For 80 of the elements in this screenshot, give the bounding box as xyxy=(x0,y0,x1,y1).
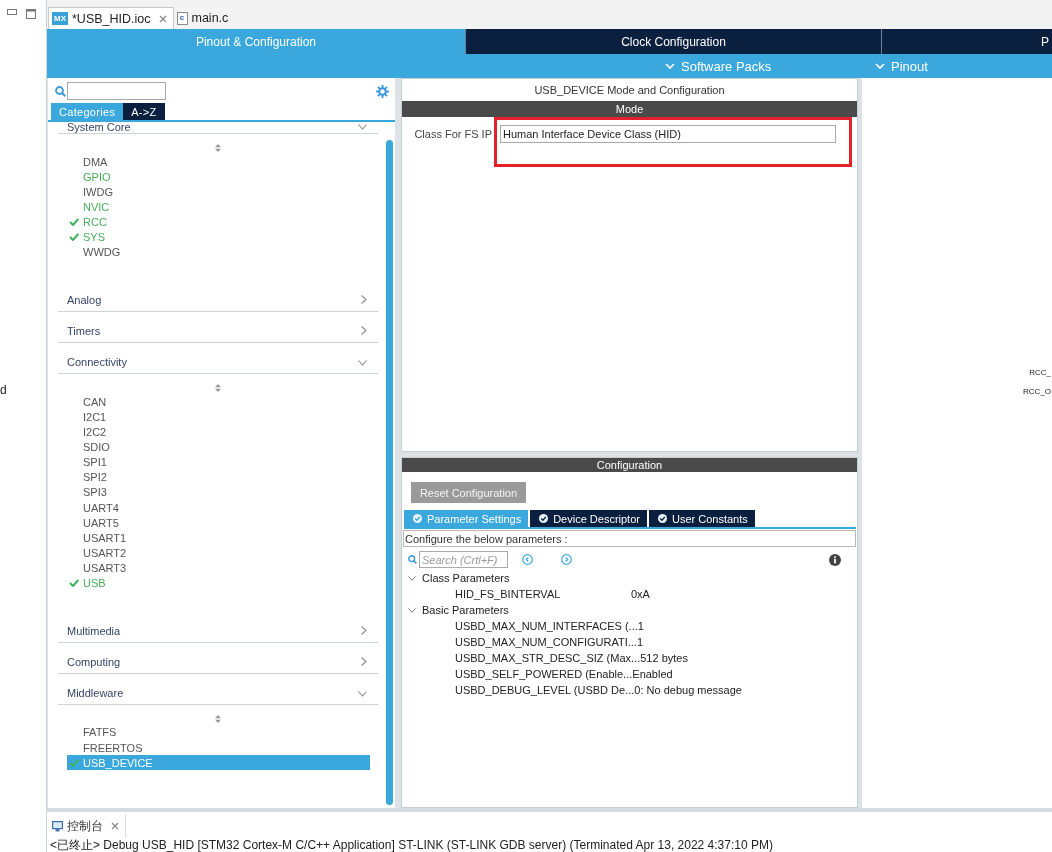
file-type-icon: MX xyxy=(52,12,68,25)
search-field[interactable]: Search (Crtl+F) xyxy=(419,551,508,568)
search-icon[interactable] xyxy=(408,555,417,564)
parameter-name: USBD_MAX_NUM_INTERFACES (... xyxy=(455,620,638,632)
parameter-name: USBD_MAX_NUM_CONFIGURATI... xyxy=(455,636,637,648)
close-icon[interactable] xyxy=(158,14,167,23)
peripheral-item[interactable]: WWDG xyxy=(67,244,370,260)
pin-label: RCC_O xyxy=(1023,386,1051,397)
perspective-tab[interactable]: P xyxy=(882,29,1052,54)
settings-tab[interactable]: User Constants xyxy=(648,510,755,527)
field-label: Class For FS IP xyxy=(413,128,492,140)
peripheral-item[interactable]: SPI3 xyxy=(67,484,370,500)
parameter-name: USBD_MAX_STR_DESC_SIZ (Max... xyxy=(455,652,641,664)
perspective-tab[interactable]: Clock Configuration xyxy=(466,29,882,54)
editor-tab[interactable]: MX *USB_HID.ioc xyxy=(48,7,174,29)
category-header[interactable]: Multimedia xyxy=(58,611,378,643)
category-header[interactable]: Computing xyxy=(58,642,378,674)
peripheral-item[interactable]: SDIO xyxy=(67,439,370,455)
close-icon[interactable] xyxy=(111,822,119,830)
sort-icon[interactable] xyxy=(215,714,221,723)
category-header[interactable]: System Core xyxy=(58,122,378,134)
parameter-value[interactable]: 0xA xyxy=(631,588,650,600)
view-tab[interactable]: A->Z xyxy=(123,103,165,120)
peripheral-item[interactable]: SPI1 xyxy=(67,454,370,470)
tree-group[interactable]: Basic Parameters xyxy=(402,602,857,618)
pin-label: RCC_ xyxy=(1029,367,1051,378)
console-tab[interactable]: 控制台 xyxy=(47,814,126,838)
peripheral-item[interactable]: USART1 xyxy=(67,530,370,546)
section-header: Configuration xyxy=(402,458,857,472)
peripheral-item[interactable]: UART4 xyxy=(67,499,370,516)
parameters-hint: Configure the below parameters : xyxy=(403,530,856,547)
peripheral-item[interactable]: USART3 xyxy=(67,560,370,576)
sort-icon[interactable] xyxy=(215,384,221,392)
next-icon[interactable] xyxy=(561,554,572,565)
check-circle-icon xyxy=(413,514,422,523)
search-field[interactable] xyxy=(67,82,166,100)
editor-tab[interactable]: c main.c xyxy=(173,7,235,29)
peripheral-item[interactable]: FATFS xyxy=(67,724,370,740)
panel-title: USB_DEVICE Mode and Configuration xyxy=(533,83,726,97)
peripheral-item[interactable]: UART5 xyxy=(67,515,370,531)
peripheral-item[interactable]: FREERTOS xyxy=(67,739,370,756)
peripheral-item[interactable]: I2C1 xyxy=(67,409,370,425)
check-circle-icon xyxy=(539,514,549,523)
settings-icon[interactable] xyxy=(376,84,389,98)
cut-off-label: d xyxy=(0,383,8,397)
maximize-icon[interactable] xyxy=(26,9,36,19)
tree-group[interactable]: Class Parameters xyxy=(402,570,857,586)
class-select-field[interactable]: Human Interface Device Class (HID) xyxy=(500,125,836,143)
section-header: Mode xyxy=(402,101,857,117)
category-header[interactable]: Connectivity xyxy=(58,343,378,374)
peripheral-item[interactable]: IWDG xyxy=(67,184,370,200)
previous-icon[interactable] xyxy=(522,554,533,565)
info-icon[interactable] xyxy=(829,553,841,566)
search-icon[interactable] xyxy=(55,85,66,97)
parameter-name: HID_FS_BINTERVAL xyxy=(455,588,562,600)
sort-icon[interactable] xyxy=(215,144,221,152)
parameter-value[interactable]: 1 xyxy=(636,636,644,648)
category-header[interactable]: Middleware xyxy=(58,673,378,705)
peripheral-item[interactable]: DMA xyxy=(67,154,370,170)
parameter-value[interactable]: 1 xyxy=(637,620,644,632)
check-circle-icon xyxy=(657,514,667,523)
peripheral-item[interactable]: USART2 xyxy=(67,545,370,561)
file-type-icon: c xyxy=(176,11,188,25)
parameter-value[interactable]: 512 bytes xyxy=(640,652,688,664)
category-header[interactable]: Timers xyxy=(58,312,378,343)
peripheral-item[interactable]: CAN xyxy=(67,394,370,410)
parameter-value[interactable]: 0: No debug message xyxy=(634,684,742,696)
parameter-name: USBD_SELF_POWERED (Enable... xyxy=(455,668,633,680)
parameter-name: USBD_DEBUG_LEVEL (USBD De... xyxy=(455,684,635,696)
settings-tab[interactable]: Device Descriptor xyxy=(530,510,647,527)
peripheral-item[interactable]: SPI2 xyxy=(67,469,370,485)
parameter-value[interactable]: Enabled xyxy=(632,668,673,680)
category-header[interactable]: Analog xyxy=(58,281,378,312)
chevron-down-icon xyxy=(665,63,675,69)
scrollbar-thumb[interactable] xyxy=(386,140,393,805)
peripheral-item[interactable]: I2C2 xyxy=(67,424,370,440)
chevron-down-icon xyxy=(875,63,885,69)
console-output: <已终止> Debug USB_HID [STM32 Cortex-M C/C++ Application] ST-LINK (ST-LINK GDB server) (Terminated Apr 13, 2022 4:37:10 PM) xyxy=(49,838,774,852)
minimize-icon[interactable] xyxy=(7,9,17,15)
monitor-icon xyxy=(52,820,63,832)
